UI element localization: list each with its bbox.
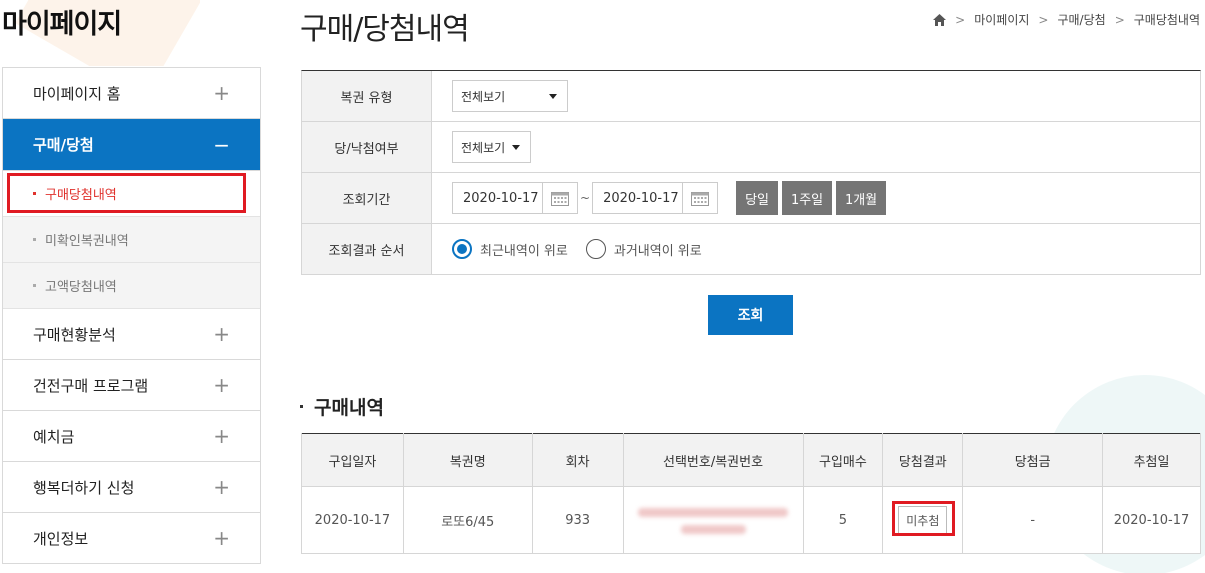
sidebar-item-label: 구매현황분석	[33, 325, 116, 344]
chevron-right-icon: >	[1038, 12, 1049, 27]
radio-checked-icon	[452, 239, 472, 259]
ticket-number-cell[interactable]	[622, 486, 804, 554]
sidebar-item-purchase-analysis[interactable]: 구매현황분석 +	[3, 309, 260, 360]
lottery-type-select[interactable]: 전체보기	[452, 80, 568, 112]
sidebar-item-mypage-home[interactable]: 마이페이지 홈 +	[3, 68, 260, 119]
column-header: 구입일자	[301, 433, 404, 487]
order-label: 조회결과 순서	[302, 224, 432, 274]
caret-down-icon	[549, 93, 557, 99]
results-title: 구매내역	[314, 397, 384, 419]
sidebar-subitem-unchecked-tickets[interactable]: 미확인복권내역	[3, 217, 260, 263]
plus-icon: +	[213, 322, 230, 346]
search-row-order: 조회결과 순서 최근내역이 위로 과거내역이 위로	[302, 224, 1200, 275]
column-header: 구입매수	[802, 433, 884, 487]
breadcrumb-item[interactable]: 마이페이지	[974, 11, 1029, 28]
bullet-icon	[33, 238, 36, 241]
column-header: 당첨결과	[882, 433, 964, 487]
column-header: 복권명	[402, 433, 533, 487]
search-row-lottery-type: 복권 유형 전체보기	[302, 71, 1200, 122]
lottery-name-cell: 로또6/45	[402, 486, 533, 554]
results-table: 구입일자 복권명 회차 선택번호/복권번호 구입매수 당첨결과 당첨금 추첨일 …	[301, 433, 1201, 554]
round-cell: 933	[531, 486, 624, 554]
prize-cell: -	[962, 486, 1104, 554]
minus-icon: −	[213, 132, 230, 157]
sidebar-item-purchase-win[interactable]: 구매/당첨 −	[3, 119, 260, 171]
date-to-input[interactable]: 2020-10-17	[592, 182, 719, 214]
plus-icon: +	[213, 475, 230, 499]
sidebar-subitem-label: 고액당첨내역	[45, 280, 117, 295]
breadcrumb-item[interactable]: 구매/당첨	[1057, 11, 1105, 28]
date-from-value: 2020-10-17	[463, 190, 539, 206]
sidebar-title: 마이페이지	[2, 9, 122, 40]
sidebar-item-label: 예치금	[33, 427, 75, 446]
sidebar-item-label: 건전구매 프로그램	[33, 376, 149, 395]
search-form: 복권 유형 전체보기 당/낙첨여부 전체보기 조회기간 2020-10-17 ~…	[301, 70, 1201, 275]
chevron-right-icon: >	[1114, 12, 1125, 27]
order-past-radio[interactable]: 과거내역이 위로	[585, 239, 702, 259]
page-title: 구매/당첨내역	[300, 12, 470, 47]
breadcrumb-item-current: 구매당첨내역	[1133, 13, 1200, 27]
order-recent-label: 최근내역이 위로	[480, 243, 568, 259]
sidebar-item-label: 마이페이지 홈	[33, 84, 121, 103]
sidebar-subitem-label: 미확인복권내역	[45, 234, 129, 249]
win-status-label: 당/낙첨여부	[302, 122, 432, 172]
search-row-win-status: 당/낙첨여부 전체보기	[302, 122, 1200, 173]
chevron-right-icon: >	[955, 12, 966, 27]
purchase-count-cell: 5	[802, 486, 884, 554]
order-past-label: 과거내역이 위로	[613, 243, 702, 259]
results-section-title: 구매내역	[300, 393, 384, 420]
calendar-icon[interactable]	[682, 183, 717, 213]
sidebar-item-personal-info[interactable]: 개인정보 +	[3, 513, 260, 564]
column-header: 선택번호/복권번호	[622, 433, 804, 487]
blurred-ticket-numbers	[638, 508, 789, 534]
sidebar-subitem-big-wins[interactable]: 고액당첨내역	[3, 263, 260, 309]
period-week-button[interactable]: 1주일	[782, 181, 833, 215]
bullet-icon	[33, 284, 36, 287]
calendar-icon[interactable]	[542, 183, 577, 213]
sidebar-item-happiness-apply[interactable]: 행복더하기 신청 +	[3, 462, 260, 513]
plus-icon: +	[213, 373, 230, 397]
period-today-button[interactable]: 당일	[736, 181, 779, 215]
lottery-type-value: 전체보기	[461, 89, 506, 104]
table-row[interactable]: 2020-10-17 로또6/45 933 5 미추첨 - 2020-10-17	[301, 486, 1201, 554]
win-status-select[interactable]: 전체보기	[452, 131, 531, 163]
breadcrumb: > 마이페이지 > 구매/당첨 > 구매당첨내역	[933, 11, 1200, 28]
table-header-row: 구입일자 복권명 회차 선택번호/복권번호 구입매수 당첨결과 당첨금 추첨일	[301, 433, 1201, 487]
sidebar-item-label: 구매/당첨	[33, 136, 94, 154]
radio-unchecked-icon	[585, 239, 606, 259]
sidebar-item-healthy-program[interactable]: 건전구매 프로그램 +	[3, 360, 260, 411]
date-range-separator: ~	[580, 191, 591, 205]
win-status-value: 전체보기	[461, 140, 506, 155]
search-button[interactable]: 조회	[708, 295, 793, 335]
home-icon[interactable]	[933, 13, 947, 26]
purchase-date-cell: 2020-10-17	[301, 486, 404, 554]
plus-icon: +	[213, 81, 230, 105]
draw-date-cell: 2020-10-17	[1102, 486, 1201, 554]
column-header: 당첨금	[962, 433, 1104, 487]
sidebar-item-label: 개인정보	[33, 529, 89, 548]
caret-down-icon	[512, 144, 520, 150]
sidebar-nav: 마이페이지 홈 + 구매/당첨 − 구매당첨내역 미확인복권내역 고액당첨내역 …	[2, 67, 261, 564]
period-month-button[interactable]: 1개월	[836, 181, 887, 215]
column-header: 추첨일	[1102, 433, 1201, 487]
date-to-value: 2020-10-17	[603, 190, 679, 206]
lottery-type-label: 복권 유형	[302, 71, 432, 121]
order-recent-radio[interactable]: 최근내역이 위로	[452, 239, 568, 259]
column-header: 회차	[531, 433, 624, 487]
plus-icon: +	[213, 526, 230, 550]
highlight-box	[7, 173, 246, 213]
highlight-box	[892, 501, 955, 536]
sidebar-item-deposit[interactable]: 예치금 +	[3, 411, 260, 462]
sidebar-item-label: 행복더하기 신청	[33, 478, 135, 497]
bullet-icon	[300, 405, 303, 408]
search-row-period: 조회기간 2020-10-17 ~ 2020-10-17 당일 1주일 1개월	[302, 173, 1200, 224]
plus-icon: +	[213, 424, 230, 448]
date-from-input[interactable]: 2020-10-17	[452, 182, 578, 214]
period-label: 조회기간	[302, 173, 432, 223]
